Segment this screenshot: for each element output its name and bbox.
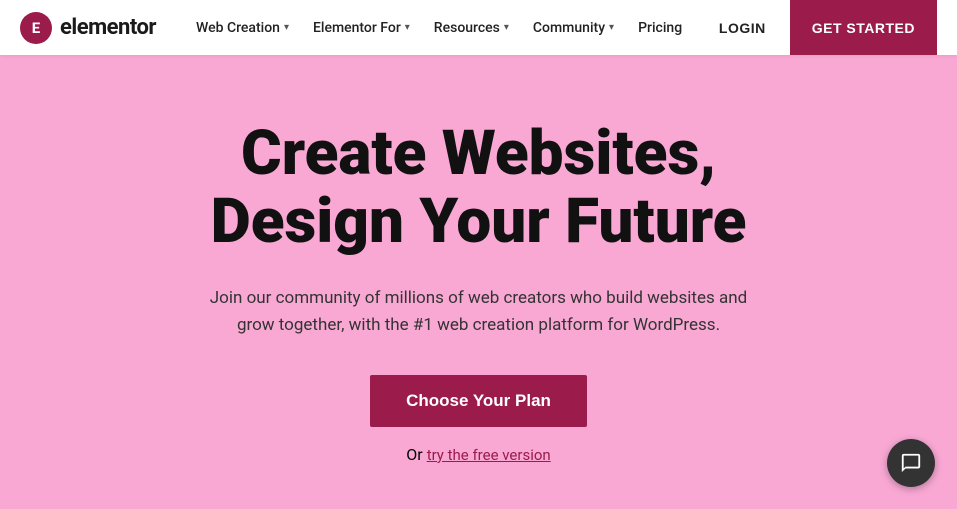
nav-item-resources[interactable]: Resources ▾	[424, 14, 519, 42]
chat-support-button[interactable]	[887, 439, 935, 487]
brand-name: elementor	[60, 15, 156, 40]
chat-icon	[900, 452, 922, 474]
hero-subtitle: Join our community of millions of web cr…	[209, 285, 749, 339]
choose-plan-button[interactable]: Choose Your Plan	[370, 375, 587, 427]
chevron-down-icon: ▾	[504, 22, 509, 33]
logo-icon: E	[20, 12, 52, 44]
nav-item-community[interactable]: Community ▾	[523, 14, 624, 42]
nav-item-pricing[interactable]: Pricing	[628, 14, 692, 42]
chevron-down-icon: ▾	[284, 22, 289, 33]
hero-section: Create Websites, Design Your Future Join…	[0, 55, 957, 509]
nav-right: LOGIN GET STARTED	[703, 0, 937, 55]
logo[interactable]: E elementor	[20, 12, 156, 44]
free-prefix: Or	[406, 445, 426, 464]
free-version-link[interactable]: try the free version	[427, 446, 551, 464]
free-version-line: Or try the free version	[406, 445, 550, 464]
nav-links: Web Creation ▾ Elementor For ▾ Resources…	[186, 14, 703, 42]
get-started-button[interactable]: GET STARTED	[790, 0, 937, 55]
hero-title: Create Websites, Design Your Future	[211, 120, 747, 256]
navbar: E elementor Web Creation ▾ Elementor For…	[0, 0, 957, 55]
nav-item-elementor-for[interactable]: Elementor For ▾	[303, 14, 420, 42]
chevron-down-icon: ▾	[609, 22, 614, 33]
nav-item-web-creation[interactable]: Web Creation ▾	[186, 14, 299, 42]
login-button[interactable]: LOGIN	[703, 12, 782, 44]
chevron-down-icon: ▾	[405, 22, 410, 33]
